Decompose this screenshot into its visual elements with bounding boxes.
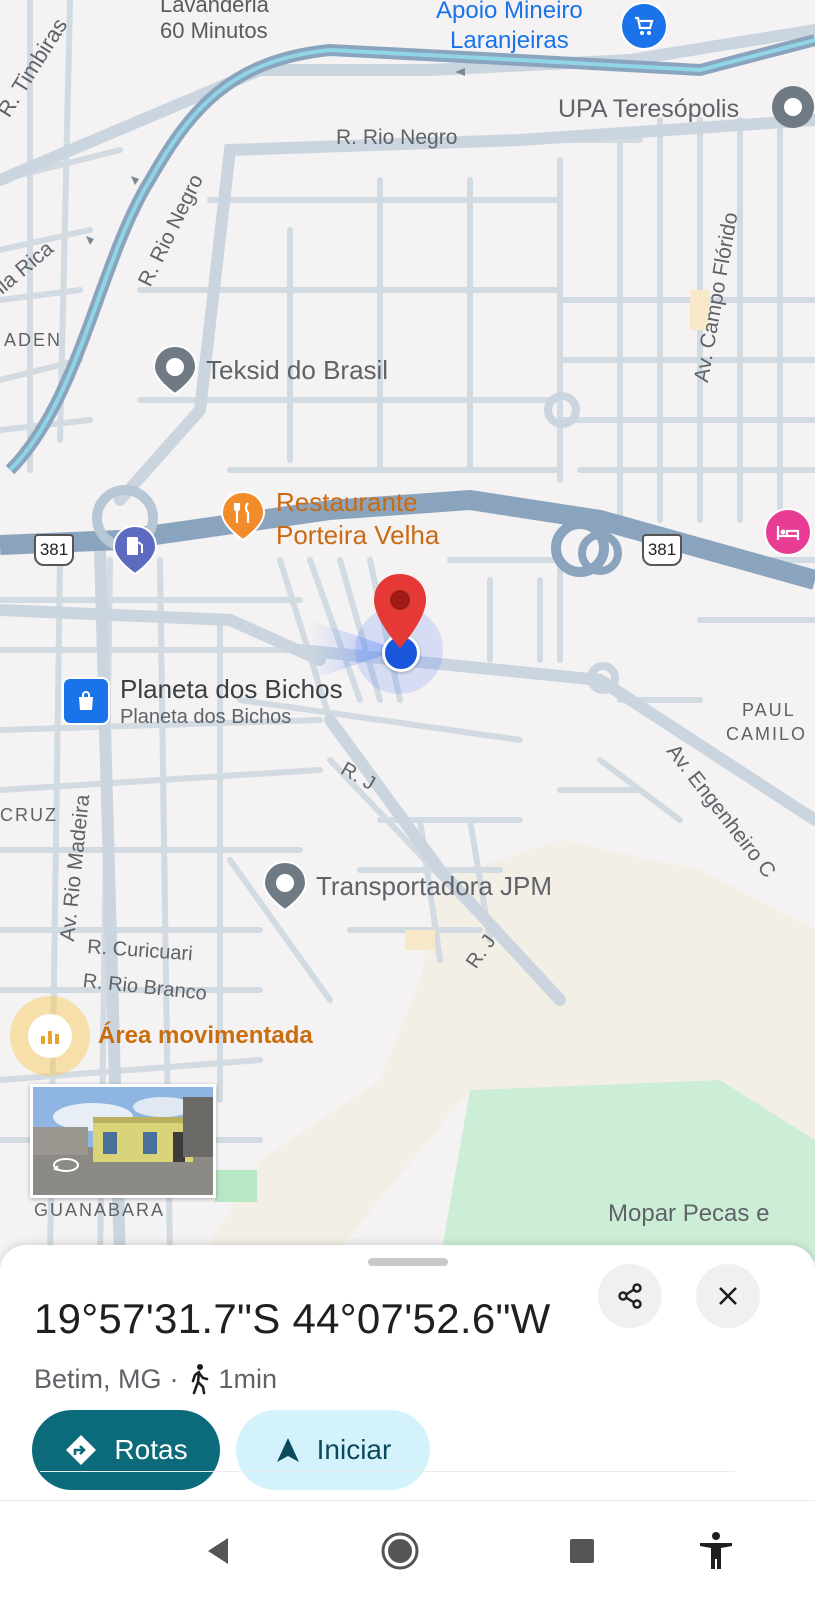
mopar-label[interactable]: Mopar Pecas e — [608, 1200, 769, 1228]
close-icon — [719, 1287, 737, 1305]
sheet-divider — [40, 1471, 735, 1472]
start-label: Iniciar — [316, 1434, 392, 1465]
navigation-arrow-icon — [276, 1438, 299, 1462]
upa-pin-icon[interactable] — [772, 86, 814, 128]
directions-icon — [66, 1435, 97, 1465]
coordinates-title: 19°57'31.7"S 44°07'52.6"W — [34, 1295, 551, 1342]
accessibility-button[interactable] — [686, 1521, 746, 1581]
restaurant-icon[interactable] — [220, 490, 266, 542]
home-icon — [381, 1532, 419, 1570]
transportadora-poi[interactable]: Transportadora JPM — [262, 860, 552, 912]
paul-label: PAUL — [742, 700, 796, 720]
restaurante-label[interactable]: Restaurante Porteira Velha — [276, 486, 439, 552]
busy-area-label[interactable]: Área movimentada — [98, 1022, 313, 1050]
dropped-pin-marker-icon[interactable] — [372, 572, 428, 652]
shopping-bag-icon[interactable] — [62, 677, 110, 725]
rotate-360-icon — [51, 1155, 81, 1180]
back-button[interactable] — [188, 1521, 248, 1581]
bar-chart-icon[interactable] — [28, 1014, 72, 1058]
aden-label: ADEN — [4, 330, 63, 350]
gas-station-icon[interactable] — [112, 524, 158, 581]
drag-handle[interactable] — [368, 1258, 448, 1266]
place-pin-icon — [152, 344, 198, 396]
share-icon — [618, 1283, 642, 1309]
rio-negro-street-label: R. Rio Negro — [336, 126, 458, 149]
teksid-label: Teksid do Brasil — [206, 354, 389, 385]
start-button[interactable]: Iniciar — [236, 1410, 430, 1490]
hotel-icon[interactable] — [764, 508, 812, 556]
upa-label[interactable]: UPA Teresópolis — [558, 95, 739, 124]
locality-label: Betim, MG — [34, 1363, 162, 1394]
apoio-mineiro-label[interactable]: Apoio Mineiro Laranjeiras — [436, 0, 583, 56]
lavanderia-label[interactable]: Lavanderia 60 Minutos — [160, 0, 269, 44]
transportadora-label: Transportadora JPM — [316, 870, 553, 901]
cruz-label: CRUZ — [0, 805, 58, 825]
directions-button[interactable]: Rotas — [32, 1410, 220, 1490]
close-button[interactable] — [696, 1264, 760, 1328]
system-navigation-bar — [0, 1500, 815, 1601]
guanabara-label: GUANABARA — [34, 1200, 166, 1220]
directions-label: Rotas — [114, 1434, 188, 1465]
back-icon — [208, 1538, 228, 1564]
recents-button[interactable] — [552, 1521, 612, 1581]
share-button[interactable] — [598, 1264, 662, 1328]
camilo-label: CAMILO — [726, 724, 808, 744]
teksid-poi[interactable]: Teksid do Brasil — [152, 344, 388, 396]
highway-shield-left: 381 — [34, 534, 74, 566]
accessibility-icon — [700, 1532, 732, 1569]
home-button[interactable] — [370, 1521, 430, 1581]
shopping-cart-icon[interactable] — [620, 2, 668, 50]
separator-dot: · — [169, 1363, 179, 1394]
street-view-thumbnail[interactable] — [30, 1084, 216, 1198]
highway-shield-right: 381 — [642, 534, 682, 566]
place-pin-icon — [262, 860, 308, 912]
walk-time-label: 1min — [218, 1363, 278, 1394]
recents-icon — [570, 1539, 594, 1563]
map-view[interactable]: Lavanderia 60 Minutos Apoio Mineiro Lara… — [0, 0, 815, 1260]
place-subtitle: Betim, MG · 1min — [34, 1363, 277, 1395]
planeta-subtitle: Planeta dos Bichos — [120, 706, 292, 728]
walk-icon — [191, 1364, 208, 1395]
